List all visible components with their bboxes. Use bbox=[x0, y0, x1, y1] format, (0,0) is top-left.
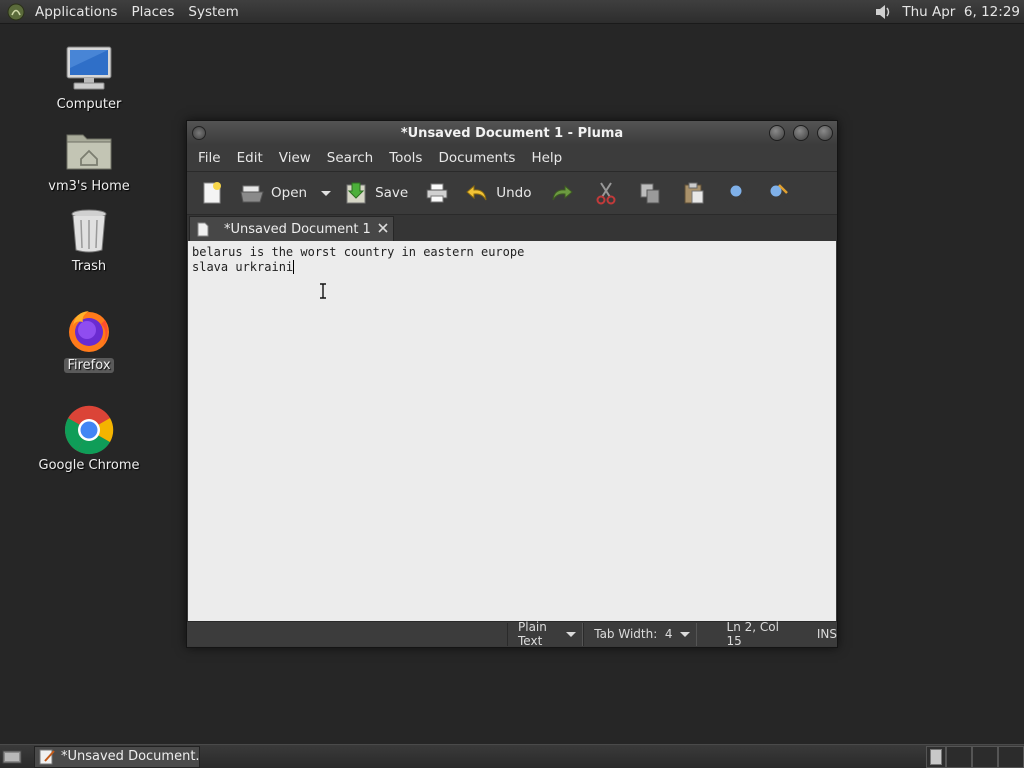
language-label: Plain Text bbox=[518, 620, 547, 648]
window-title: *Unsaved Document 1 - Pluma bbox=[400, 125, 624, 141]
minimize-button[interactable] bbox=[769, 125, 785, 141]
text-editor[interactable]: belarus is the worst country in eastern … bbox=[188, 241, 836, 621]
workspace-2[interactable] bbox=[946, 745, 972, 768]
window-titlebar[interactable]: *Unsaved Document 1 - Pluma bbox=[187, 121, 837, 145]
chrome-icon bbox=[64, 405, 114, 455]
replace-button[interactable] bbox=[761, 176, 795, 210]
tab-width-selector[interactable]: Tab Width: 4 bbox=[583, 622, 697, 646]
chevron-down-icon bbox=[321, 190, 332, 196]
redo-button[interactable] bbox=[545, 176, 579, 210]
search-icon bbox=[725, 180, 751, 206]
desktop-icon-label: vm3's Home bbox=[48, 179, 130, 194]
paste-button[interactable] bbox=[677, 176, 711, 210]
editor-line: belarus is the worst country in eastern … bbox=[192, 245, 525, 259]
copy-icon bbox=[637, 180, 663, 206]
find-button[interactable] bbox=[721, 176, 755, 210]
cursor-position: Ln 2, Col 15 bbox=[726, 620, 779, 648]
menu-tools[interactable]: Tools bbox=[381, 150, 430, 166]
toolbar: Open Save Undo bbox=[187, 171, 837, 215]
printer-icon bbox=[424, 180, 450, 206]
top-panel: Applications Places System Thu Apr 6, 12… bbox=[0, 0, 1024, 24]
open-label: Open bbox=[271, 185, 308, 201]
desktop-icon-home[interactable]: vm3's Home bbox=[29, 126, 149, 194]
workspace-1[interactable] bbox=[926, 745, 946, 768]
chevron-down-icon bbox=[679, 631, 690, 637]
system-menu[interactable]: System bbox=[181, 4, 245, 20]
desktop-icon-trash[interactable]: Trash bbox=[29, 206, 149, 274]
firefox-icon bbox=[64, 305, 114, 355]
maximize-button[interactable] bbox=[793, 125, 809, 141]
document-icon bbox=[196, 221, 210, 237]
taskbar-item-label: *Unsaved Document... bbox=[61, 749, 200, 764]
taskbar-item-pluma[interactable]: *Unsaved Document... bbox=[34, 745, 200, 768]
volume-icon[interactable] bbox=[872, 1, 894, 23]
tab-label: *Unsaved Document 1 bbox=[224, 221, 371, 237]
find-replace-icon bbox=[765, 180, 791, 206]
menu-documents[interactable]: Documents bbox=[430, 150, 523, 166]
save-button[interactable]: Save bbox=[339, 176, 412, 210]
undo-button[interactable]: Undo bbox=[460, 176, 535, 210]
pluma-window: *Unsaved Document 1 - Pluma File Edit Vi… bbox=[186, 120, 838, 648]
statusbar: Plain Text Tab Width: 4 Ln 2, Col 15 INS bbox=[187, 620, 837, 648]
desktop-icon-firefox[interactable]: Firefox bbox=[29, 305, 149, 373]
language-selector[interactable]: Plain Text bbox=[507, 620, 584, 648]
text-editor-icon bbox=[39, 749, 55, 765]
menubar: File Edit View Search Tools Documents He… bbox=[187, 145, 837, 171]
tab-bar: *Unsaved Document 1 bbox=[187, 215, 837, 241]
save-label: Save bbox=[375, 185, 409, 201]
menu-edit[interactable]: Edit bbox=[229, 150, 271, 166]
menu-view[interactable]: View bbox=[271, 150, 319, 166]
trash-icon bbox=[64, 206, 114, 256]
workspace-4[interactable] bbox=[998, 745, 1024, 768]
insert-mode: INS bbox=[816, 627, 837, 641]
show-desktop-icon[interactable] bbox=[0, 745, 24, 768]
open-button[interactable]: Open bbox=[235, 176, 311, 210]
tab-width-label: Tab Width: 4 bbox=[594, 627, 673, 641]
desktop-icon-label: Google Chrome bbox=[38, 458, 140, 473]
ibeam-cursor-icon bbox=[320, 283, 326, 299]
tab-unsaved-document[interactable]: *Unsaved Document 1 bbox=[189, 216, 394, 241]
editor-line: slava urkraini bbox=[192, 260, 294, 274]
desktop-icon-label: Trash bbox=[71, 259, 107, 274]
desktop-icon-chrome[interactable]: Google Chrome bbox=[29, 405, 149, 473]
mate-menu-icon[interactable] bbox=[4, 0, 28, 24]
clock[interactable]: Thu Apr 6, 12:29 bbox=[902, 4, 1024, 20]
paste-icon bbox=[681, 180, 707, 206]
applications-menu[interactable]: Applications bbox=[28, 4, 124, 20]
save-icon bbox=[343, 180, 369, 206]
editor-line-with-caret: slava urkraini bbox=[192, 260, 832, 275]
copy-button[interactable] bbox=[633, 176, 667, 210]
undo-label: Undo bbox=[496, 185, 532, 201]
undo-icon bbox=[464, 180, 490, 206]
redo-icon bbox=[549, 180, 575, 206]
places-menu[interactable]: Places bbox=[124, 4, 181, 20]
chevron-down-icon bbox=[566, 631, 577, 637]
computer-icon bbox=[64, 44, 114, 94]
menu-search[interactable]: Search bbox=[319, 150, 381, 166]
new-button[interactable] bbox=[195, 176, 229, 210]
window-menu-icon[interactable] bbox=[192, 126, 206, 140]
close-button[interactable] bbox=[817, 125, 833, 141]
text-caret bbox=[293, 260, 295, 274]
menu-file[interactable]: File bbox=[190, 150, 229, 166]
desktop-icon-label: Computer bbox=[56, 97, 122, 112]
menu-help[interactable]: Help bbox=[523, 150, 570, 166]
cut-button[interactable] bbox=[589, 176, 623, 210]
open-dropdown[interactable] bbox=[311, 176, 337, 210]
print-button[interactable] bbox=[420, 176, 454, 210]
close-tab-icon[interactable] bbox=[377, 222, 389, 234]
scissors-icon bbox=[593, 180, 619, 206]
workspace-3[interactable] bbox=[972, 745, 998, 768]
desktop-icon-label: Firefox bbox=[64, 358, 114, 373]
home-folder-icon bbox=[64, 126, 114, 176]
desktop-icon-computer[interactable]: Computer bbox=[29, 44, 149, 112]
new-document-icon bbox=[199, 180, 225, 206]
open-folder-icon bbox=[239, 180, 265, 206]
bottom-panel: *Unsaved Document... bbox=[0, 744, 1024, 768]
